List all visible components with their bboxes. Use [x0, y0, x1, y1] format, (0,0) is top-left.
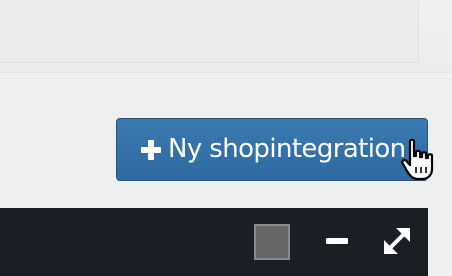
top-header-panel — [0, 0, 419, 63]
plus-icon — [141, 139, 161, 160]
new-shop-integration-label: Ny shopintegration — [168, 133, 406, 164]
top-header-band — [0, 0, 452, 73]
minimize-button[interactable] — [318, 226, 354, 258]
hand-pointer-icon — [401, 138, 434, 181]
color-swatch-button[interactable] — [254, 224, 290, 260]
new-shop-integration-button[interactable]: Ny shopintegration — [116, 118, 428, 181]
panel-toolbar — [0, 208, 428, 276]
page-background-strip — [428, 208, 452, 276]
expand-arrows-icon[interactable] — [380, 224, 414, 258]
minus-icon — [326, 238, 348, 244]
